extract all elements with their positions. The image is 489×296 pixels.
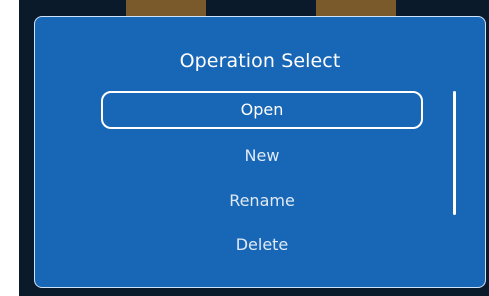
vertical-scrollbar[interactable] (453, 91, 456, 215)
operation-option-list: Open New Rename Delete (101, 91, 423, 281)
dialog-title: Operation Select (179, 50, 341, 72)
option-new-button[interactable]: New (101, 138, 423, 176)
app-screen: Operation Select Open New Rename Delete (19, 0, 489, 296)
option-open-button[interactable]: Open (101, 91, 423, 129)
option-rename-button[interactable]: Rename (101, 183, 423, 221)
background-tile (316, 0, 396, 16)
background-tile (126, 0, 206, 16)
option-delete-button[interactable]: Delete (101, 227, 423, 265)
operation-select-dialog: Operation Select Open New Rename Delete (34, 16, 486, 288)
